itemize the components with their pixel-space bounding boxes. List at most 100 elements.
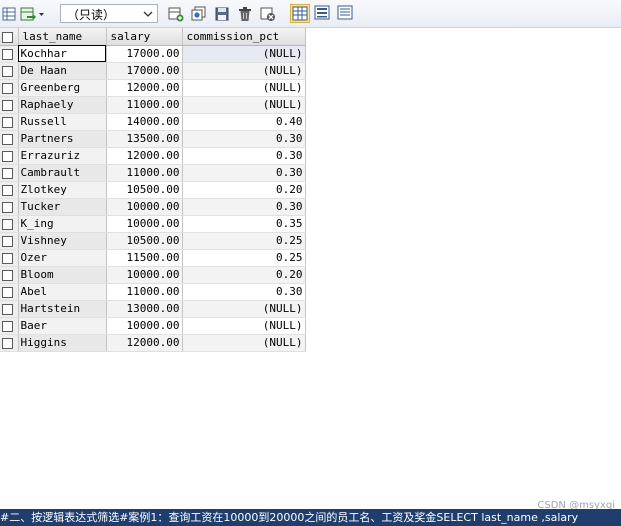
row-checkbox-cell[interactable] <box>0 215 19 233</box>
cell-last-name[interactable]: Ozer <box>18 249 107 267</box>
cell-salary[interactable]: 17000.00 <box>106 45 183 63</box>
column-header-commission-pct[interactable]: commission_pct <box>182 28 306 46</box>
cell-last-name[interactable]: Zlotkey <box>18 181 107 199</box>
row-checkbox-cell[interactable] <box>0 164 19 182</box>
cell-commission-pct[interactable]: 0.30 <box>182 283 306 301</box>
row-checkbox[interactable] <box>2 49 13 60</box>
export-grid-button[interactable] <box>2 4 16 23</box>
cell-commission-pct[interactable]: 0.30 <box>182 198 306 216</box>
cell-last-name[interactable]: Higgins <box>18 334 107 352</box>
row-checkbox[interactable] <box>2 287 13 298</box>
cell-salary[interactable]: 10500.00 <box>106 232 183 250</box>
table-row[interactable]: Raphaely 11000.00 (NULL) <box>0 96 306 114</box>
result-mode-select[interactable]: （只读） <box>60 4 158 23</box>
cell-commission-pct[interactable]: (NULL) <box>182 62 306 80</box>
row-checkbox[interactable] <box>2 117 13 128</box>
row-checkbox[interactable] <box>2 168 13 179</box>
cell-commission-pct[interactable]: 0.30 <box>182 130 306 148</box>
row-checkbox-cell[interactable] <box>0 96 19 114</box>
delete-row-button[interactable] <box>236 4 254 23</box>
cell-salary[interactable]: 10000.00 <box>106 266 183 284</box>
table-row[interactable]: Zlotkey 10500.00 0.20 <box>0 181 306 199</box>
cell-commission-pct[interactable]: 0.40 <box>182 113 306 131</box>
row-checkbox-cell[interactable] <box>0 266 19 284</box>
cell-salary[interactable]: 17000.00 <box>106 62 183 80</box>
duplicate-row-button[interactable] <box>190 4 208 23</box>
cell-salary[interactable]: 12000.00 <box>106 147 183 165</box>
row-checkbox-cell[interactable] <box>0 79 19 97</box>
row-checkbox[interactable] <box>2 151 13 162</box>
row-checkbox-cell[interactable] <box>0 130 19 148</box>
row-checkbox[interactable] <box>2 134 13 145</box>
cell-salary[interactable]: 10000.00 <box>106 215 183 233</box>
cell-salary[interactable]: 11000.00 <box>106 96 183 114</box>
row-checkbox-cell[interactable] <box>0 62 19 80</box>
cell-last-name[interactable]: Baer <box>18 317 107 335</box>
form-view-button[interactable] <box>313 4 333 23</box>
row-checkbox-cell[interactable] <box>0 300 19 318</box>
table-row[interactable]: Errazuriz 12000.00 0.30 <box>0 147 306 165</box>
cell-commission-pct[interactable]: (NULL) <box>182 300 306 318</box>
text-view-button[interactable] <box>336 4 356 23</box>
cell-last-name[interactable]: Greenberg <box>18 79 107 97</box>
cell-last-name[interactable]: Tucker <box>18 198 107 216</box>
cell-commission-pct[interactable]: (NULL) <box>182 317 306 335</box>
cell-last-name[interactable]: Raphaely <box>18 96 107 114</box>
cell-last-name[interactable]: Bloom <box>18 266 107 284</box>
row-checkbox[interactable] <box>2 236 13 247</box>
table-row[interactable]: Partners 13500.00 0.30 <box>0 130 306 148</box>
row-checkbox-cell[interactable] <box>0 334 19 352</box>
cell-commission-pct[interactable]: 0.20 <box>182 266 306 284</box>
cell-last-name[interactable]: De Haan <box>18 62 107 80</box>
row-checkbox[interactable] <box>2 253 13 264</box>
table-row[interactable]: Kochhar 17000.00 (NULL) <box>0 45 306 63</box>
table-row[interactable]: Tucker 10000.00 0.30 <box>0 198 306 216</box>
cell-last-name[interactable]: Vishney <box>18 232 107 250</box>
cell-salary[interactable]: 12000.00 <box>106 334 183 352</box>
cell-commission-pct[interactable]: 0.30 <box>182 164 306 182</box>
table-row[interactable]: Ozer 11500.00 0.25 <box>0 249 306 267</box>
row-checkbox-cell[interactable] <box>0 249 19 267</box>
row-checkbox[interactable] <box>2 83 13 94</box>
column-header-last-name[interactable]: last_name <box>18 28 107 46</box>
table-row[interactable]: K_ing 10000.00 0.35 <box>0 215 306 233</box>
grid-view-button[interactable] <box>290 4 310 23</box>
select-all-checkbox-cell[interactable] <box>0 28 19 46</box>
cell-salary[interactable]: 12000.00 <box>106 79 183 97</box>
cell-commission-pct[interactable]: (NULL) <box>182 45 306 63</box>
cell-last-name[interactable]: Cambrault <box>18 164 107 182</box>
insert-row-button[interactable] <box>167 4 185 23</box>
cell-commission-pct[interactable]: (NULL) <box>182 334 306 352</box>
row-checkbox[interactable] <box>2 202 13 213</box>
cell-commission-pct[interactable]: (NULL) <box>182 79 306 97</box>
cell-salary[interactable]: 14000.00 <box>106 113 183 131</box>
cell-commission-pct[interactable]: 0.25 <box>182 232 306 250</box>
row-checkbox-cell[interactable] <box>0 283 19 301</box>
row-checkbox-cell[interactable] <box>0 317 19 335</box>
table-row[interactable]: Greenberg 12000.00 (NULL) <box>0 79 306 97</box>
row-checkbox[interactable] <box>2 304 13 315</box>
table-row[interactable]: Vishney 10500.00 0.25 <box>0 232 306 250</box>
cell-last-name[interactable]: Kochhar <box>18 45 107 63</box>
cell-commission-pct[interactable]: 0.25 <box>182 249 306 267</box>
row-checkbox-cell[interactable] <box>0 147 19 165</box>
cell-salary[interactable]: 13500.00 <box>106 130 183 148</box>
cell-salary[interactable]: 11000.00 <box>106 283 183 301</box>
row-checkbox-cell[interactable] <box>0 232 19 250</box>
table-row[interactable]: Russell 14000.00 0.40 <box>0 113 306 131</box>
row-checkbox[interactable] <box>2 66 13 77</box>
row-checkbox-cell[interactable] <box>0 198 19 216</box>
cell-last-name[interactable]: Partners <box>18 130 107 148</box>
row-checkbox[interactable] <box>2 185 13 196</box>
cell-last-name[interactable]: Abel <box>18 283 107 301</box>
cell-last-name[interactable]: Hartstein <box>18 300 107 318</box>
row-checkbox-cell[interactable] <box>0 113 19 131</box>
row-checkbox[interactable] <box>2 270 13 281</box>
cell-salary[interactable]: 13000.00 <box>106 300 183 318</box>
table-row[interactable]: Higgins 12000.00 (NULL) <box>0 334 306 352</box>
cell-last-name[interactable]: Errazuriz <box>18 147 107 165</box>
cell-salary[interactable]: 11000.00 <box>106 164 183 182</box>
select-all-checkbox[interactable] <box>2 31 13 43</box>
table-row[interactable]: De Haan 17000.00 (NULL) <box>0 62 306 80</box>
cell-commission-pct[interactable]: 0.30 <box>182 147 306 165</box>
